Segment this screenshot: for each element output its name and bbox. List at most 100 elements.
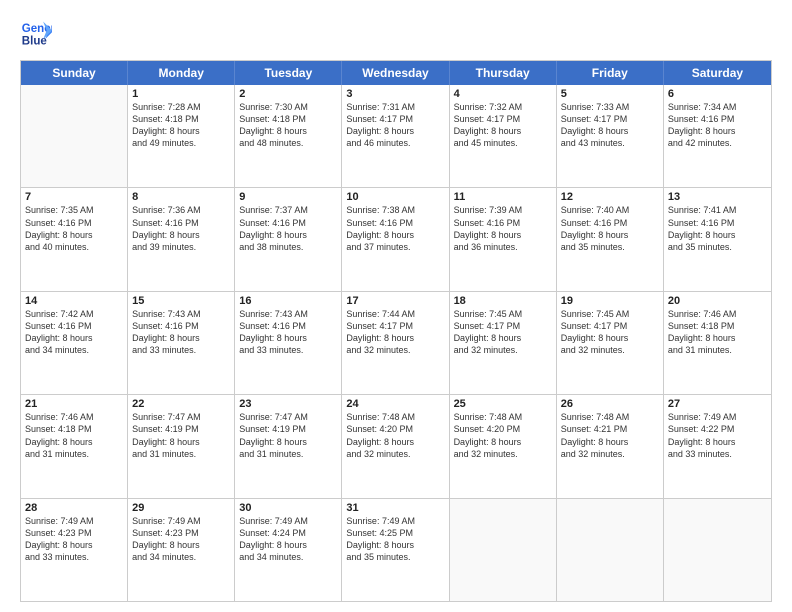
sunset-text: Sunset: 4:16 PM	[346, 217, 444, 229]
sunrise-text: Sunrise: 7:39 AM	[454, 204, 552, 216]
sunrise-text: Sunrise: 7:46 AM	[668, 308, 767, 320]
daylight-text: Daylight: 8 hours	[239, 436, 337, 448]
sunrise-text: Sunrise: 7:49 AM	[132, 515, 230, 527]
day-number: 20	[668, 295, 767, 307]
daylight-text: Daylight: 8 hours	[346, 539, 444, 551]
sunset-text: Sunset: 4:16 PM	[132, 217, 230, 229]
day-number: 16	[239, 295, 337, 307]
daylight-minutes: and 48 minutes.	[239, 137, 337, 149]
sunset-text: Sunset: 4:23 PM	[132, 527, 230, 539]
sunrise-text: Sunrise: 7:47 AM	[239, 411, 337, 423]
day-number: 13	[668, 191, 767, 203]
sunset-text: Sunset: 4:17 PM	[561, 320, 659, 332]
day-number: 12	[561, 191, 659, 203]
day-number: 30	[239, 502, 337, 514]
daylight-minutes: and 32 minutes.	[561, 344, 659, 356]
calendar-cell: 4 Sunrise: 7:32 AM Sunset: 4:17 PM Dayli…	[450, 85, 557, 187]
daylight-minutes: and 32 minutes.	[561, 448, 659, 460]
sunrise-text: Sunrise: 7:47 AM	[132, 411, 230, 423]
day-number: 3	[346, 88, 444, 100]
sunrise-text: Sunrise: 7:49 AM	[668, 411, 767, 423]
daylight-minutes: and 37 minutes.	[346, 241, 444, 253]
daylight-text: Daylight: 8 hours	[239, 229, 337, 241]
calendar-cell: 14 Sunrise: 7:42 AM Sunset: 4:16 PM Dayl…	[21, 292, 128, 394]
sunrise-text: Sunrise: 7:48 AM	[561, 411, 659, 423]
sunrise-text: Sunrise: 7:49 AM	[346, 515, 444, 527]
daylight-text: Daylight: 8 hours	[668, 332, 767, 344]
daylight-minutes: and 31 minutes.	[668, 344, 767, 356]
calendar-cell: 16 Sunrise: 7:43 AM Sunset: 4:16 PM Dayl…	[235, 292, 342, 394]
calendar-header: SundayMondayTuesdayWednesdayThursdayFrid…	[21, 61, 771, 85]
sunset-text: Sunset: 4:20 PM	[346, 423, 444, 435]
daylight-text: Daylight: 8 hours	[561, 229, 659, 241]
calendar-cell: 29 Sunrise: 7:49 AM Sunset: 4:23 PM Dayl…	[128, 499, 235, 601]
daylight-text: Daylight: 8 hours	[239, 125, 337, 137]
weekday-header: Sunday	[21, 61, 128, 85]
day-number: 21	[25, 398, 123, 410]
svg-text:Blue: Blue	[22, 36, 48, 48]
daylight-minutes: and 46 minutes.	[346, 137, 444, 149]
daylight-minutes: and 35 minutes.	[668, 241, 767, 253]
calendar-cell: 21 Sunrise: 7:46 AM Sunset: 4:18 PM Dayl…	[21, 395, 128, 497]
calendar-cell: 22 Sunrise: 7:47 AM Sunset: 4:19 PM Dayl…	[128, 395, 235, 497]
header: General Blue	[20, 18, 772, 50]
sunrise-text: Sunrise: 7:46 AM	[25, 411, 123, 423]
sunset-text: Sunset: 4:18 PM	[132, 113, 230, 125]
daylight-text: Daylight: 8 hours	[454, 436, 552, 448]
daylight-text: Daylight: 8 hours	[454, 125, 552, 137]
day-number: 2	[239, 88, 337, 100]
day-number: 22	[132, 398, 230, 410]
calendar-cell: 20 Sunrise: 7:46 AM Sunset: 4:18 PM Dayl…	[664, 292, 771, 394]
calendar-cell: 10 Sunrise: 7:38 AM Sunset: 4:16 PM Dayl…	[342, 188, 449, 290]
daylight-text: Daylight: 8 hours	[132, 436, 230, 448]
daylight-minutes: and 32 minutes.	[346, 344, 444, 356]
calendar-cell: 1 Sunrise: 7:28 AM Sunset: 4:18 PM Dayli…	[128, 85, 235, 187]
calendar-row: 1 Sunrise: 7:28 AM Sunset: 4:18 PM Dayli…	[21, 85, 771, 188]
daylight-text: Daylight: 8 hours	[346, 436, 444, 448]
sunset-text: Sunset: 4:19 PM	[239, 423, 337, 435]
calendar-cell: 15 Sunrise: 7:43 AM Sunset: 4:16 PM Dayl…	[128, 292, 235, 394]
daylight-minutes: and 40 minutes.	[25, 241, 123, 253]
sunset-text: Sunset: 4:25 PM	[346, 527, 444, 539]
sunset-text: Sunset: 4:22 PM	[668, 423, 767, 435]
daylight-minutes: and 33 minutes.	[25, 551, 123, 563]
calendar-cell: 19 Sunrise: 7:45 AM Sunset: 4:17 PM Dayl…	[557, 292, 664, 394]
daylight-minutes: and 42 minutes.	[668, 137, 767, 149]
daylight-minutes: and 32 minutes.	[454, 448, 552, 460]
daylight-text: Daylight: 8 hours	[25, 229, 123, 241]
day-number: 6	[668, 88, 767, 100]
calendar-cell: 23 Sunrise: 7:47 AM Sunset: 4:19 PM Dayl…	[235, 395, 342, 497]
day-number: 31	[346, 502, 444, 514]
sunrise-text: Sunrise: 7:37 AM	[239, 204, 337, 216]
calendar: SundayMondayTuesdayWednesdayThursdayFrid…	[20, 60, 772, 602]
daylight-minutes: and 35 minutes.	[346, 551, 444, 563]
daylight-minutes: and 34 minutes.	[132, 551, 230, 563]
logo: General Blue	[20, 18, 52, 50]
daylight-text: Daylight: 8 hours	[239, 539, 337, 551]
daylight-minutes: and 38 minutes.	[239, 241, 337, 253]
weekday-header: Friday	[557, 61, 664, 85]
daylight-minutes: and 33 minutes.	[668, 448, 767, 460]
calendar-cell: 30 Sunrise: 7:49 AM Sunset: 4:24 PM Dayl…	[235, 499, 342, 601]
daylight-minutes: and 31 minutes.	[25, 448, 123, 460]
daylight-minutes: and 35 minutes.	[561, 241, 659, 253]
calendar-cell: 13 Sunrise: 7:41 AM Sunset: 4:16 PM Dayl…	[664, 188, 771, 290]
daylight-text: Daylight: 8 hours	[561, 125, 659, 137]
day-number: 28	[25, 502, 123, 514]
daylight-text: Daylight: 8 hours	[25, 332, 123, 344]
calendar-cell: 31 Sunrise: 7:49 AM Sunset: 4:25 PM Dayl…	[342, 499, 449, 601]
sunrise-text: Sunrise: 7:31 AM	[346, 101, 444, 113]
sunset-text: Sunset: 4:16 PM	[239, 320, 337, 332]
sunrise-text: Sunrise: 7:44 AM	[346, 308, 444, 320]
calendar-body: 1 Sunrise: 7:28 AM Sunset: 4:18 PM Dayli…	[21, 85, 771, 601]
sunset-text: Sunset: 4:16 PM	[132, 320, 230, 332]
sunrise-text: Sunrise: 7:33 AM	[561, 101, 659, 113]
day-number: 9	[239, 191, 337, 203]
sunset-text: Sunset: 4:18 PM	[239, 113, 337, 125]
calendar-cell: 12 Sunrise: 7:40 AM Sunset: 4:16 PM Dayl…	[557, 188, 664, 290]
calendar-cell	[21, 85, 128, 187]
sunrise-text: Sunrise: 7:34 AM	[668, 101, 767, 113]
calendar-cell: 5 Sunrise: 7:33 AM Sunset: 4:17 PM Dayli…	[557, 85, 664, 187]
sunrise-text: Sunrise: 7:49 AM	[25, 515, 123, 527]
calendar-cell	[557, 499, 664, 601]
